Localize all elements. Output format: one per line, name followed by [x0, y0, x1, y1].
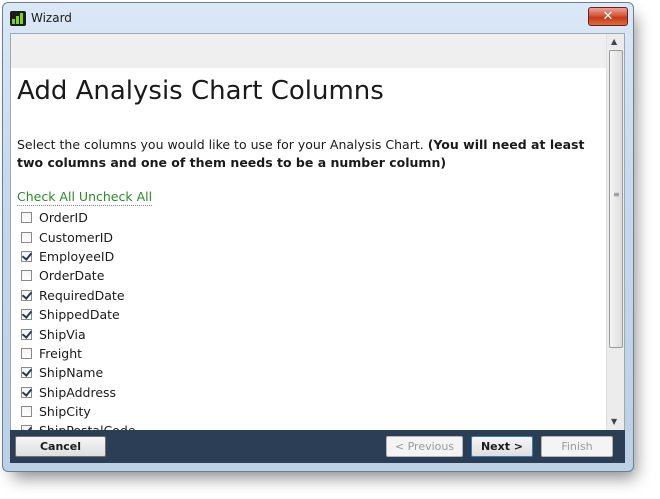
wizard-footer: Cancel < Previous Next > Finish	[10, 430, 625, 463]
column-label: OrderID	[39, 210, 88, 226]
column-checkbox-item[interactable]: OrderID	[21, 208, 136, 227]
finish-button[interactable]: Finish	[541, 436, 613, 457]
checkbox-checked[interactable]	[21, 386, 32, 398]
cancel-button[interactable]: Cancel	[15, 436, 106, 457]
previous-button[interactable]: < Previous	[386, 436, 463, 457]
column-checkbox-item[interactable]: ShipAddress	[21, 383, 136, 402]
column-checkbox-item[interactable]: RequiredDate	[21, 286, 136, 305]
next-button[interactable]: Next >	[471, 436, 533, 457]
column-label: Freight	[39, 345, 83, 361]
checkbox-unchecked[interactable]	[21, 270, 32, 282]
column-label: ShipName	[39, 365, 104, 381]
checkbox-checked[interactable]	[21, 367, 32, 379]
page-title: Add Analysis Chart Columns	[17, 76, 384, 106]
column-checkbox-item[interactable]: ShipPostalCode	[21, 421, 136, 430]
scroll-up-icon[interactable]: ▲	[611, 37, 617, 46]
uncheck-all-link[interactable]: Uncheck All	[79, 189, 152, 204]
wizard-client-area: Add Analysis Chart Columns Select the co…	[10, 33, 625, 431]
scroll-thumb[interactable]: ≡	[609, 50, 623, 348]
checkbox-checked[interactable]	[21, 250, 32, 262]
column-checkbox-item[interactable]: Freight	[21, 344, 136, 363]
column-label: EmployeeID	[39, 248, 115, 264]
checkbox-checked[interactable]	[21, 328, 32, 340]
checkbox-unchecked[interactable]	[21, 231, 32, 243]
column-checkbox-item[interactable]: ShipName	[21, 363, 136, 382]
checkbox-checked[interactable]	[21, 289, 32, 301]
checkbox-unchecked[interactable]	[21, 347, 32, 359]
column-label: ShipCity	[39, 404, 91, 420]
checkbox-checked[interactable]	[21, 309, 32, 321]
column-label: RequiredDate	[39, 287, 125, 303]
column-checkbox-item[interactable]: OrderDate	[21, 266, 136, 285]
instruction-text: Select the columns you would like to use…	[17, 136, 587, 172]
column-label: OrderDate	[39, 268, 105, 284]
column-checkbox-item[interactable]: EmployeeID	[21, 247, 136, 266]
column-label: ShipAddress	[39, 384, 117, 400]
instruction-normal: Select the columns you would like to use…	[17, 137, 428, 152]
check-all-link[interactable]: Check All	[17, 189, 75, 204]
column-checkbox-item[interactable]: ShippedDate	[21, 305, 136, 324]
scroll-down-icon[interactable]: ▼	[611, 417, 617, 426]
column-label: ShippedDate	[39, 307, 120, 323]
column-checkbox-list: OrderID CustomerID EmployeeID OrderDate Requ…	[21, 208, 136, 430]
column-checkbox-item[interactable]: ShipVia	[21, 324, 136, 343]
vertical-scrollbar[interactable]: ▲ ≡ ▼	[606, 34, 624, 430]
checkbox-unchecked[interactable]	[21, 212, 32, 224]
window-title: Wizard	[31, 11, 72, 25]
bar-chart-icon	[10, 11, 26, 26]
wizard-window: Wizard ✕ Add Analysis Chart Columns Sele…	[2, 2, 634, 472]
close-button[interactable]: ✕	[588, 7, 628, 26]
title-bar[interactable]: Wizard ✕	[3, 3, 633, 33]
grip-icon: ≡	[613, 190, 620, 199]
check-links: Check All Uncheck All	[17, 189, 153, 206]
header-strip	[11, 34, 609, 68]
checkbox-unchecked[interactable]	[21, 406, 32, 418]
column-checkbox-item[interactable]: CustomerID	[21, 227, 136, 246]
column-label: ShipVia	[39, 326, 86, 342]
column-checkbox-item[interactable]: ShipCity	[21, 402, 136, 421]
column-label: CustomerID	[39, 229, 114, 245]
wizard-content: Add Analysis Chart Columns Select the co…	[11, 68, 609, 430]
